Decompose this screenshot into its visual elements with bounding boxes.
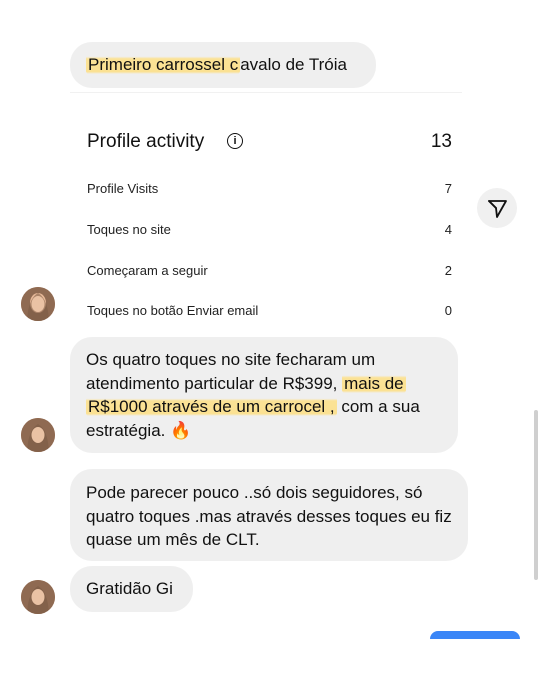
avatar-image	[21, 287, 55, 321]
activity-row-value: 7	[444, 181, 452, 196]
send-button[interactable]	[477, 188, 517, 228]
message-bubble-second[interactable]: Os quatro toques no site fecharam um ate…	[70, 337, 458, 453]
highlighted-text: mais de	[342, 373, 406, 393]
activity-row: Profile Visits 7	[87, 181, 452, 201]
profile-activity-total: 13	[430, 131, 452, 152]
activity-row-label: Toques no site	[87, 222, 171, 237]
message-text: avalo de Tróia	[240, 55, 347, 74]
avatar-image	[21, 580, 55, 614]
avatar-image	[21, 418, 55, 452]
message-bubble-third[interactable]: Pode parecer pouco ..só dois seguidores,…	[70, 469, 468, 561]
message-bubble-first[interactable]: Primeiro carrossel c avalo de Tróia	[70, 42, 376, 88]
avatar[interactable]	[21, 580, 55, 614]
activity-row-label: Começaram a seguir	[87, 263, 208, 278]
highlighted-text: Primeiro carrossel c	[86, 55, 241, 74]
activity-row: Toques no botão Enviar email 0	[87, 303, 452, 323]
activity-row-label: Profile Visits	[87, 181, 159, 196]
highlighted-text: R$1000 através de um carrocel ,	[86, 397, 337, 416]
activity-row-value: 2	[444, 263, 452, 278]
activity-row: Toques no site 4	[87, 222, 452, 242]
message-bubble-fourth[interactable]: Gratidão Gi	[70, 566, 193, 612]
info-icon[interactable]: i	[227, 133, 243, 149]
activity-row: Começaram a seguir 2	[87, 263, 452, 283]
profile-activity-title: Profile activity	[87, 131, 205, 152]
message-text: Gratidão Gi	[86, 579, 173, 598]
send-icon	[488, 200, 507, 218]
message-text: Pode parecer pouco ..só dois seguidores,…	[86, 483, 452, 549]
activity-row-value: 0	[444, 303, 452, 318]
activity-row-label: Toques no botão Enviar email	[87, 303, 259, 318]
activity-row-value: 4	[444, 222, 452, 237]
avatar[interactable]	[21, 418, 55, 452]
scrollbar[interactable]	[534, 410, 538, 580]
message-text: Os quatro toques no site fecharam um ate…	[86, 350, 376, 393]
outgoing-message-edge	[430, 631, 520, 639]
avatar[interactable]	[21, 287, 55, 321]
profile-activity-card[interactable]: Profile activity i 13 Profile Visits 7 T…	[70, 92, 462, 329]
